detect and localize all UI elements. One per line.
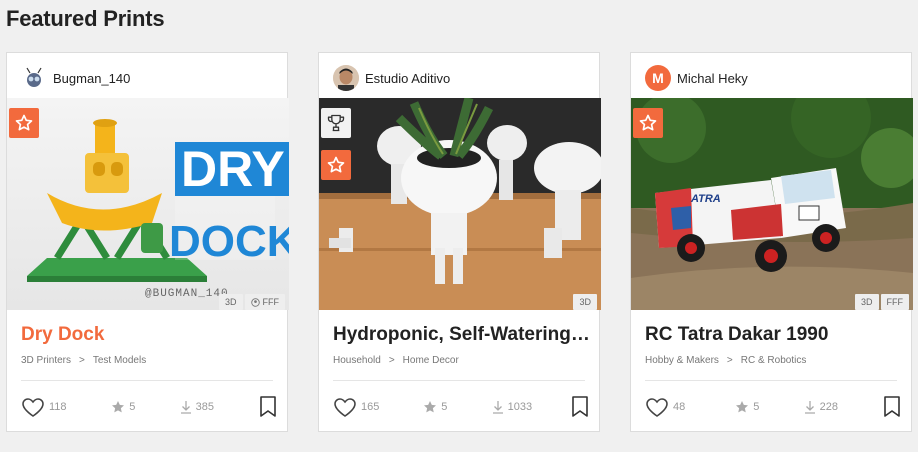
print-image[interactable]: 3D [319, 98, 601, 310]
downloads: 385 [180, 400, 259, 414]
breadcrumb-separator: > [79, 355, 85, 366]
divider [21, 380, 273, 381]
tag-fff: FFF [244, 294, 285, 310]
category-link[interactable]: Household [333, 355, 381, 366]
rating-value: 5 [753, 401, 760, 413]
featured-badge[interactable] [633, 108, 663, 138]
breadcrumb-separator: > [726, 355, 733, 366]
avatar[interactable] [21, 65, 47, 91]
section-title: Featured Prints [6, 6, 165, 31]
author-name[interactable]: Michal Heky [677, 71, 748, 86]
category-link[interactable]: 3D Printers [21, 355, 71, 366]
divider [645, 380, 897, 381]
category-link[interactable]: Hobby & Makers [645, 355, 719, 366]
star-outline-icon [327, 156, 345, 173]
rating-value: 5 [129, 401, 136, 413]
breadcrumb: Household > Home Decor [333, 355, 459, 366]
breadcrumb-separator: > [388, 355, 395, 366]
breadcrumb: Hobby & Makers > RC & Robotics [645, 355, 806, 366]
featured-badge[interactable] [9, 108, 39, 138]
trophy-badge[interactable] [321, 108, 351, 138]
rating-value: 5 [441, 401, 448, 413]
print-card[interactable]: M Michal Heky ATRA 3D FFF RC Tatra Dakar… [630, 52, 913, 432]
featured-badge[interactable] [321, 150, 351, 180]
tag-fff: FFF [880, 294, 909, 310]
like-count: 48 [673, 401, 686, 413]
subcategory-link[interactable]: Test Models [93, 355, 146, 366]
truck-lettering: ATRA [691, 193, 721, 205]
subcategory-link[interactable]: Home Decor [403, 355, 459, 366]
author[interactable]: M Michal Heky [645, 65, 748, 91]
tag-3d: 3D [854, 294, 879, 310]
download-count: 228 [819, 401, 839, 413]
star-outline-icon [639, 114, 657, 131]
card-stats: 118 5 385 [21, 395, 277, 419]
trophy-icon [327, 114, 345, 132]
tags: 3D FFF [218, 294, 285, 310]
author[interactable]: Bugman_140 [21, 65, 130, 91]
heart-icon [334, 398, 356, 417]
rating: 5 [734, 399, 803, 415]
bookmark-icon [572, 396, 588, 417]
print-name[interactable]: Hydroponic, Self-Watering Flowerpot Robe… [333, 324, 595, 346]
watermark: @BUGMAN_140 [145, 288, 229, 300]
avatar-initial: M [652, 70, 664, 86]
downloads: 228 [804, 400, 883, 414]
user-circle-icon [250, 297, 260, 307]
like-button[interactable]: 165 [333, 396, 422, 418]
image-text-dock: DOCK [169, 217, 289, 266]
bookmark-button[interactable] [883, 396, 901, 418]
card-stats: 48 5 228 [645, 395, 901, 419]
heart-icon [646, 398, 668, 417]
download-icon [180, 401, 191, 414]
like-button[interactable]: 118 [21, 396, 110, 418]
card-stats: 165 5 1033 [333, 395, 589, 419]
print-image[interactable]: DRY DOCK @BUGMAN_140 3D FFF [7, 98, 289, 310]
tag-3d: 3D [218, 294, 243, 310]
star-icon [424, 401, 437, 413]
download-icon [492, 401, 503, 414]
rating: 5 [110, 399, 179, 415]
author-name[interactable]: Bugman_140 [53, 71, 130, 86]
downloads: 1033 [492, 400, 571, 414]
print-card[interactable]: Bugman_140 DRY DOCK @BUGMAN_140 3D FFF D… [6, 52, 289, 432]
author[interactable]: Estudio Aditivo [333, 65, 450, 91]
download-icon [804, 401, 815, 414]
tag-3d: 3D [573, 294, 597, 310]
avatar[interactable]: M [645, 65, 671, 91]
subcategory-link[interactable]: RC & Robotics [741, 355, 807, 366]
bookmark-button[interactable] [259, 396, 277, 418]
print-name[interactable]: RC Tatra Dakar 1990 [645, 324, 907, 346]
breadcrumb: 3D Printers > Test Models [21, 355, 146, 366]
tags: 3D FFF [854, 294, 909, 310]
like-button[interactable]: 48 [645, 396, 734, 418]
image-text-dry: DRY [175, 142, 289, 196]
divider [333, 380, 585, 381]
tag-fff-label: FFF [262, 297, 280, 307]
download-count: 1033 [507, 401, 533, 413]
bookmark-button[interactable] [571, 396, 589, 418]
avatar[interactable] [333, 65, 359, 91]
bookmark-icon [884, 396, 900, 417]
heart-icon [22, 398, 44, 417]
tags: 3D [573, 294, 597, 310]
like-count: 165 [361, 401, 380, 413]
print-name[interactable]: Dry Dock [21, 324, 283, 346]
like-count: 118 [49, 401, 67, 413]
star-icon [112, 401, 125, 413]
star-icon [736, 401, 749, 413]
star-outline-icon [15, 114, 33, 131]
print-card[interactable]: Estudio Aditivo 3D Hydroponic, Self-Wate… [318, 52, 601, 432]
download-count: 385 [195, 401, 215, 413]
print-image[interactable]: ATRA 3D FFF [631, 98, 913, 310]
author-name[interactable]: Estudio Aditivo [365, 71, 450, 86]
rating: 5 [422, 399, 491, 415]
bookmark-icon [260, 396, 276, 417]
